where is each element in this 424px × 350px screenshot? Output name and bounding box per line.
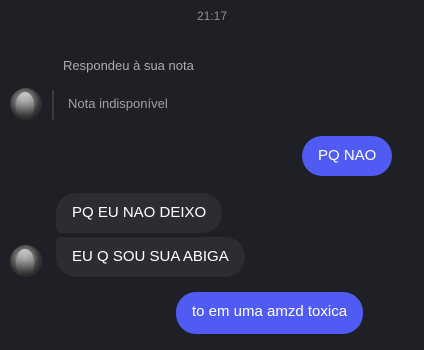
message-bubble-received[interactable]: PQ EU NAO DEIXO (56, 193, 223, 233)
reply-context-label: Respondeu à sua nota (63, 58, 194, 73)
message-bubble-sent[interactable]: to em uma amzd toxica (176, 292, 364, 334)
timestamp: 21:17 (196, 9, 228, 23)
message-bubble-received[interactable]: EU Q SOU SUA ABIGA (56, 237, 245, 277)
avatar[interactable] (10, 245, 42, 277)
message-bubble-sent[interactable]: PQ NAO (302, 136, 393, 176)
note-unavailable-text: Nota indisponível (68, 96, 168, 111)
avatar[interactable] (10, 88, 42, 120)
note-quote-bar (52, 90, 54, 120)
